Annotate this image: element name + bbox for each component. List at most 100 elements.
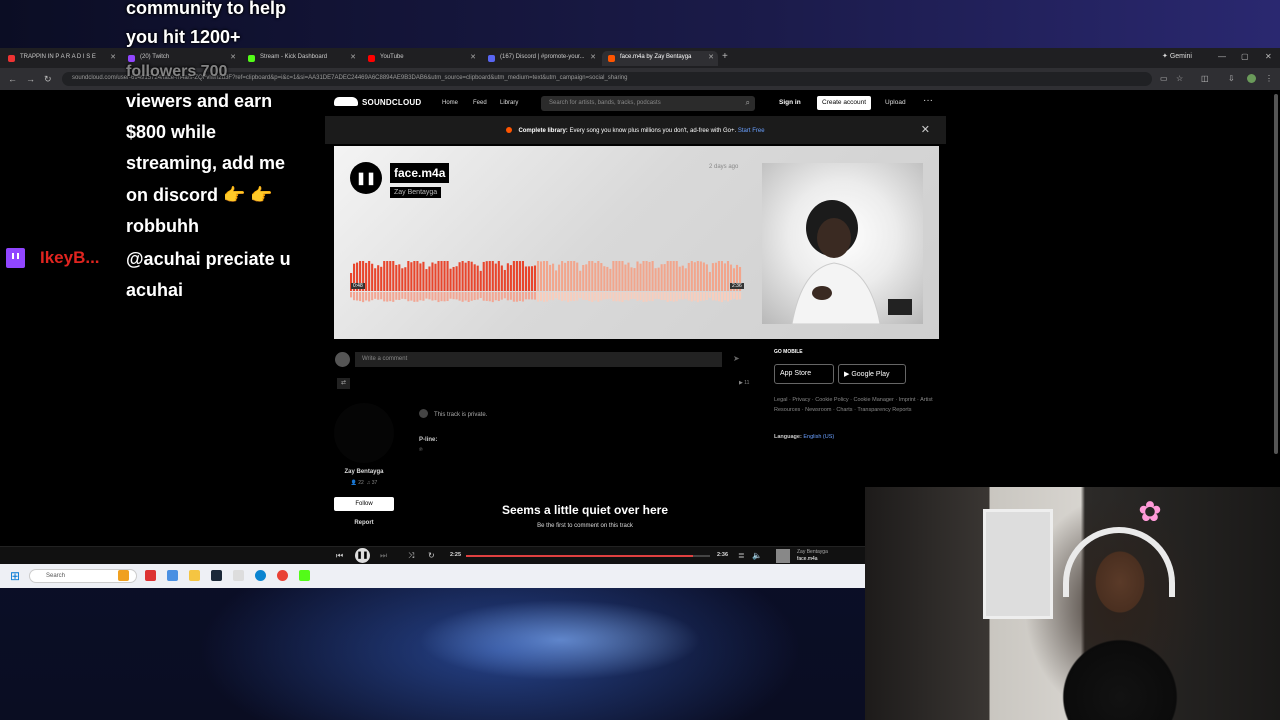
player-thumbnail[interactable] (776, 549, 790, 563)
waveform-reflection (693, 292, 696, 301)
file-explorer-icon[interactable] (189, 570, 200, 581)
create-account-button[interactable]: Create account (817, 96, 872, 110)
next-icon[interactable]: ⏭ (380, 551, 387, 561)
widgets-icon[interactable] (118, 570, 129, 581)
track-artist[interactable]: Zay Bentayga (390, 187, 442, 198)
waveform-reflection (720, 292, 724, 303)
waveform-reflection (630, 292, 633, 300)
new-tab-button[interactable]: + (722, 51, 728, 62)
downloads-icon[interactable]: ⇩ (1228, 74, 1235, 83)
back-icon[interactable]: ← (8, 74, 17, 84)
waveform[interactable] (350, 261, 742, 303)
steam-icon[interactable] (211, 570, 222, 581)
waveform-reflection (425, 292, 428, 299)
google-play-badge[interactable]: ▶ Google Play (838, 364, 906, 384)
waveform-reflection (582, 292, 585, 300)
page-scrollbar[interactable] (1274, 94, 1278, 454)
tab-youtube[interactable]: YouTube ✕ (362, 51, 480, 66)
waveform-bar (684, 268, 687, 291)
waveform-bar (446, 261, 449, 291)
chat-line: community to help (126, 0, 287, 18)
send-icon[interactable]: ➤ (733, 354, 740, 363)
search-icon[interactable]: ⌕ (746, 98, 750, 108)
app-store-badge[interactable]: App Store (774, 364, 834, 384)
sidepanel-icon[interactable]: ◫ (1201, 74, 1209, 83)
app-icon[interactable] (167, 570, 178, 581)
waveform-reflection (464, 292, 467, 301)
previous-icon[interactable]: ⏮ (336, 551, 343, 561)
footer-links[interactable]: Legal · Privacy · Cookie Policy · Cookie… (774, 395, 934, 415)
app-icon[interactable] (145, 570, 156, 581)
waveform-reflection (648, 292, 651, 301)
menu-dots-icon[interactable]: ⋮ (1265, 74, 1273, 83)
comment-input[interactable]: Write a comment (355, 352, 722, 367)
close-icon[interactable]: ✕ (470, 53, 476, 61)
share-icon[interactable]: ⇄ (337, 378, 350, 389)
soundcloud-logo[interactable]: SOUNDCLOUD (334, 97, 421, 107)
waveform-bar (392, 261, 395, 291)
edge-icon[interactable] (255, 570, 266, 581)
waveform-bar (579, 270, 582, 291)
chrome-icon[interactable] (277, 570, 288, 581)
waveform-reflection (735, 292, 739, 300)
waveform-reflection (524, 292, 528, 300)
waveform-reflection (497, 292, 500, 302)
notepad-icon[interactable] (233, 570, 244, 581)
kick-icon[interactable] (299, 570, 310, 581)
close-icon[interactable]: ✕ (590, 53, 596, 61)
chat-line: followers 700 (126, 63, 228, 80)
reload-icon[interactable]: ↻ (44, 74, 52, 85)
bookmark-star-icon[interactable]: ☆ (1176, 74, 1183, 83)
shuffle-icon[interactable]: ⤨ (408, 551, 414, 561)
close-icon[interactable]: ✕ (921, 123, 930, 136)
track-title[interactable]: face.m4a (390, 163, 450, 183)
report-button[interactable]: Report (334, 520, 394, 526)
repeat-icon[interactable]: ↻ (428, 551, 435, 560)
player-track-info[interactable]: Zay Bentayga face.m4a (797, 549, 828, 563)
upload-link[interactable]: Upload (885, 99, 906, 106)
gemini-button[interactable]: ✦ Gemini (1162, 52, 1192, 60)
queue-icon[interactable]: ≣ (738, 551, 745, 560)
player-progress[interactable] (466, 555, 710, 557)
waveform-reflection (365, 292, 368, 301)
waveform-bar (552, 263, 555, 291)
waveform-bar (594, 262, 597, 291)
close-icon[interactable]: ✕ (708, 53, 714, 61)
nav-library[interactable]: Library (500, 100, 518, 106)
user-name[interactable]: Zay Bentayga (334, 469, 394, 475)
waveform-reflection (536, 292, 540, 302)
waveform-reflection (398, 292, 401, 300)
waveform-reflection (690, 292, 693, 302)
waveform-bar (690, 261, 693, 291)
follow-button[interactable]: Follow (334, 497, 394, 511)
waveform-reflection (428, 292, 431, 300)
waveform-reflection (470, 292, 473, 301)
nav-feed[interactable]: Feed (473, 100, 487, 106)
tab-discord[interactable]: (167) Discord | #promote-your... ✕ (482, 51, 600, 66)
language-selector[interactable]: Language: English (US) (774, 434, 834, 440)
forward-icon[interactable]: → (26, 74, 35, 84)
waveform-bar (561, 261, 564, 291)
close-icon[interactable]: ✕ (350, 53, 356, 61)
start-free-link[interactable]: Start Free (738, 128, 765, 134)
volume-icon[interactable]: 🔈 (752, 551, 762, 560)
minimize-icon[interactable]: — (1218, 52, 1226, 61)
signin-link[interactable]: Sign in (779, 99, 801, 106)
close-icon[interactable]: ✕ (230, 53, 236, 61)
user-avatar[interactable] (334, 403, 394, 463)
nav-home[interactable]: Home (442, 100, 458, 106)
close-window-icon[interactable]: ✕ (1265, 52, 1272, 61)
more-options-icon[interactable]: ··· (923, 95, 933, 106)
pause-button[interactable]: ❚❚ (350, 162, 382, 194)
tab-trappin[interactable]: TRAPPIN IN P A R A D I S E ✕ (2, 51, 120, 66)
tab-kick[interactable]: Stream - Kick Dashboard ✕ (242, 51, 360, 66)
maximize-icon[interactable]: ▢ (1241, 52, 1249, 61)
tab-soundcloud[interactable]: face.m4a by Zay Bentayga ✕ (602, 51, 718, 66)
cast-icon[interactable]: ▭ (1160, 74, 1168, 83)
windows-start-icon[interactable]: ⊞ (10, 569, 20, 583)
player-pause-button[interactable]: ❚❚ (355, 548, 370, 563)
waveform-bar (648, 261, 651, 291)
close-icon[interactable]: ✕ (110, 53, 116, 61)
search-input[interactable]: Search for artists, bands, tracks, podca… (541, 96, 755, 111)
profile-avatar[interactable] (1247, 74, 1256, 83)
